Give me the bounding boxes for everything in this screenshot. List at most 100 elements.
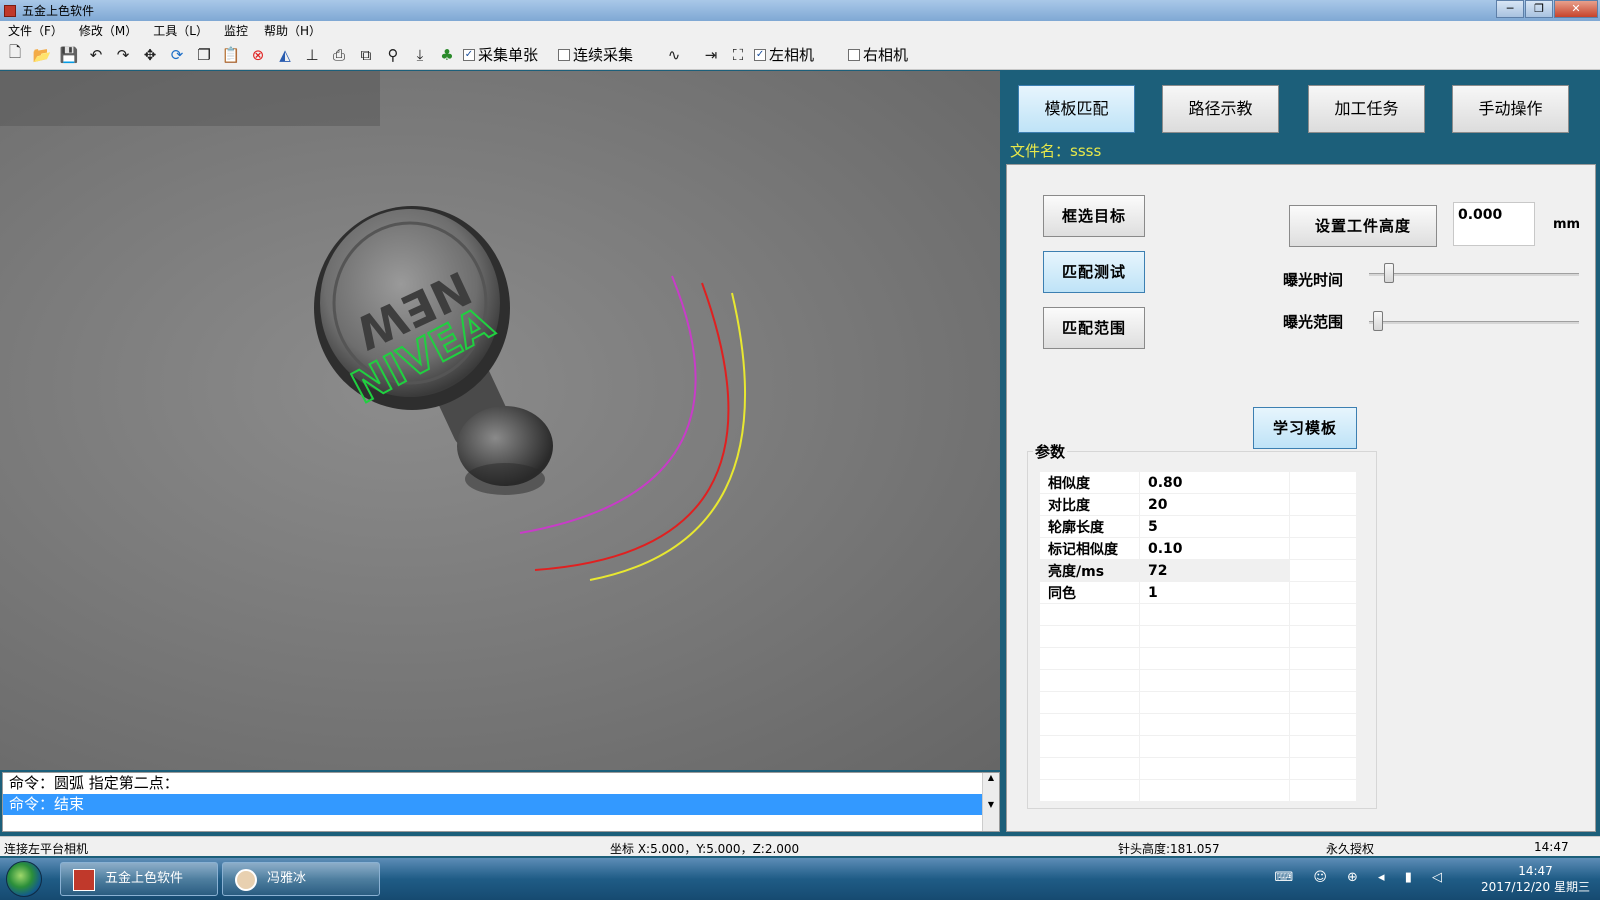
param-value[interactable] xyxy=(1139,757,1290,780)
task-label: 冯雅冰 xyxy=(267,871,307,886)
params-table[interactable]: 相似度 0.80 对比度 20 轮廓长度 5 标记相似度 0.10 亮度/ms 72 同色 1 xyxy=(1039,471,1357,802)
command-window[interactable]: 命令：圆弧 指定第二点： 命令：结束 ▲ ▼ xyxy=(2,772,1000,832)
taskbar-app-main[interactable]: 五金上色软件 xyxy=(60,862,218,896)
maximize-button[interactable]: ❐ xyxy=(1525,0,1553,18)
param-value[interactable] xyxy=(1139,713,1290,736)
table-row[interactable]: 同色 1 xyxy=(1039,581,1357,604)
param-value[interactable]: 5 xyxy=(1139,515,1290,538)
learn-template-button[interactable]: 学习模板 xyxy=(1253,407,1357,449)
param-value[interactable]: 0.10 xyxy=(1139,537,1290,560)
param-value[interactable] xyxy=(1139,625,1290,648)
param-value[interactable]: 20 xyxy=(1139,493,1290,516)
tree-icon[interactable]: ♣ xyxy=(436,44,458,66)
table-row[interactable] xyxy=(1039,647,1357,670)
menu-help[interactable]: 帮助（H） xyxy=(256,22,329,39)
command-scrollbar[interactable]: ▲ ▼ xyxy=(982,773,999,831)
copy-icon[interactable]: ❐ xyxy=(193,44,215,66)
start-button[interactable] xyxy=(6,861,42,897)
arc-magenta xyxy=(519,275,697,534)
param-name xyxy=(1039,735,1140,758)
save-icon[interactable]: 💾 xyxy=(58,44,80,66)
table-row[interactable]: 轮廓长度 5 xyxy=(1039,515,1357,538)
tab-path-teach[interactable]: 路径示教 xyxy=(1162,85,1279,133)
taskbar-app-user[interactable]: 冯雅冰 xyxy=(222,862,380,896)
menu-monitor[interactable]: 监控 xyxy=(216,22,256,39)
task-label: 五金上色软件 xyxy=(105,871,184,886)
continuous-capture-checkbox[interactable]: 连续采集 xyxy=(558,44,633,65)
select-target-button[interactable]: 框选目标 xyxy=(1043,195,1145,237)
param-value[interactable] xyxy=(1139,647,1290,670)
exposure-time-slider[interactable] xyxy=(1369,273,1579,276)
exposure-time-thumb[interactable] xyxy=(1383,263,1394,283)
param-value[interactable]: 0.80 xyxy=(1139,471,1290,494)
table-row[interactable] xyxy=(1039,669,1357,692)
table-row[interactable]: 对比度 20 xyxy=(1039,493,1357,516)
match-range-button[interactable]: 匹配范围 xyxy=(1043,307,1145,349)
param-value[interactable] xyxy=(1139,779,1290,802)
arc-yellow xyxy=(589,292,746,581)
table-row[interactable] xyxy=(1039,735,1357,758)
param-value[interactable] xyxy=(1139,735,1290,758)
window-controls: ─ ❐ ✕ xyxy=(1495,0,1598,18)
exposure-time-label: 曝光时间 xyxy=(1283,271,1344,289)
param-extra xyxy=(1289,493,1357,516)
avatar-icon xyxy=(235,869,257,891)
param-value[interactable]: 72 xyxy=(1139,559,1290,582)
move-icon[interactable]: ✥ xyxy=(139,44,161,66)
close-button[interactable]: ✕ xyxy=(1554,0,1598,18)
set-workpiece-height-button[interactable]: 设置工件高度 xyxy=(1289,205,1437,247)
new-icon[interactable]: 🗋 xyxy=(4,43,26,66)
redo-icon[interactable]: ↷ xyxy=(112,44,134,66)
menu-edit[interactable]: 修改（M） xyxy=(71,22,145,39)
left-camera-checkbox[interactable]: ✓ 左相机 xyxy=(754,44,814,65)
match-test-button[interactable]: 匹配测试 xyxy=(1043,251,1145,293)
undo-icon[interactable]: ↶ xyxy=(85,44,107,66)
paste-icon[interactable]: 📋 xyxy=(220,44,242,66)
height-input[interactable]: 0.000 xyxy=(1453,202,1535,246)
stamp-icon[interactable]: ⊥ xyxy=(301,44,323,66)
menu-tools[interactable]: 工具（L） xyxy=(145,22,216,39)
table-row[interactable] xyxy=(1039,757,1357,780)
mirror-icon[interactable]: ◭ xyxy=(274,44,296,66)
menu-file[interactable]: 文件（F） xyxy=(0,22,71,39)
tray-clock[interactable]: 14:47 2017/12/20 星期三 xyxy=(1481,860,1590,895)
param-name xyxy=(1039,779,1140,802)
table-row[interactable]: 相似度 0.80 xyxy=(1039,471,1357,494)
refresh-icon[interactable]: ⟳ xyxy=(166,44,188,66)
minimize-button[interactable]: ─ xyxy=(1496,0,1524,18)
title-bar: 五金上色软件 ─ ❐ ✕ xyxy=(0,0,1600,21)
connect-icon[interactable]: ⇥ xyxy=(700,44,722,66)
param-value[interactable]: 1 xyxy=(1139,581,1290,604)
print-icon[interactable]: ⎙ xyxy=(328,44,350,66)
single-capture-checkbox[interactable]: ✓ 采集单张 xyxy=(463,44,538,65)
frame-icon[interactable]: ⛶ xyxy=(727,44,749,66)
toolbar: 🗋 📂 💾 ↶ ↷ ✥ ⟳ ❐ 📋 ⊗ ◭ ⊥ ⎙ ⧉ ⚲ ⤓ ♣ ✓ 采集单张… xyxy=(0,40,1600,70)
arrow-down-icon[interactable]: ⤓ xyxy=(409,44,431,66)
clock-date: 2017/12/20 星期三 xyxy=(1481,880,1590,894)
right-camera-checkbox[interactable]: 右相机 xyxy=(848,44,908,65)
param-value[interactable] xyxy=(1139,603,1290,626)
table-row[interactable]: 标记相似度 0.10 xyxy=(1039,537,1357,560)
pin-icon[interactable]: ⚲ xyxy=(382,44,404,66)
table-row[interactable] xyxy=(1039,691,1357,714)
crop-icon[interactable]: ⧉ xyxy=(355,44,377,66)
exposure-range-slider[interactable] xyxy=(1369,321,1579,324)
open-icon[interactable]: 📂 xyxy=(31,44,53,66)
exposure-range-thumb[interactable] xyxy=(1373,311,1384,331)
delete-icon[interactable]: ⊗ xyxy=(247,44,269,66)
camera-view[interactable]: NEW NIVEA xyxy=(0,71,1000,770)
tab-template-match[interactable]: 模板匹配 xyxy=(1018,85,1135,133)
tab-manual-operation[interactable]: 手动操作 xyxy=(1452,85,1569,133)
table-row[interactable] xyxy=(1039,713,1357,736)
tab-process-task[interactable]: 加工任务 xyxy=(1308,85,1425,133)
param-value[interactable] xyxy=(1139,691,1290,714)
exposure-range-label: 曝光范围 xyxy=(1283,313,1344,331)
table-row[interactable] xyxy=(1039,603,1357,626)
param-value[interactable] xyxy=(1139,669,1290,692)
link-icon[interactable]: ∿ xyxy=(663,44,685,66)
table-row[interactable] xyxy=(1039,625,1357,648)
table-row[interactable] xyxy=(1039,779,1357,802)
param-extra xyxy=(1289,581,1357,604)
table-row[interactable]: 亮度/ms 72 xyxy=(1039,559,1357,582)
tray-icons[interactable]: ⌨ ☺ ⊕ ◂ ▮ ◁ xyxy=(1274,870,1450,885)
